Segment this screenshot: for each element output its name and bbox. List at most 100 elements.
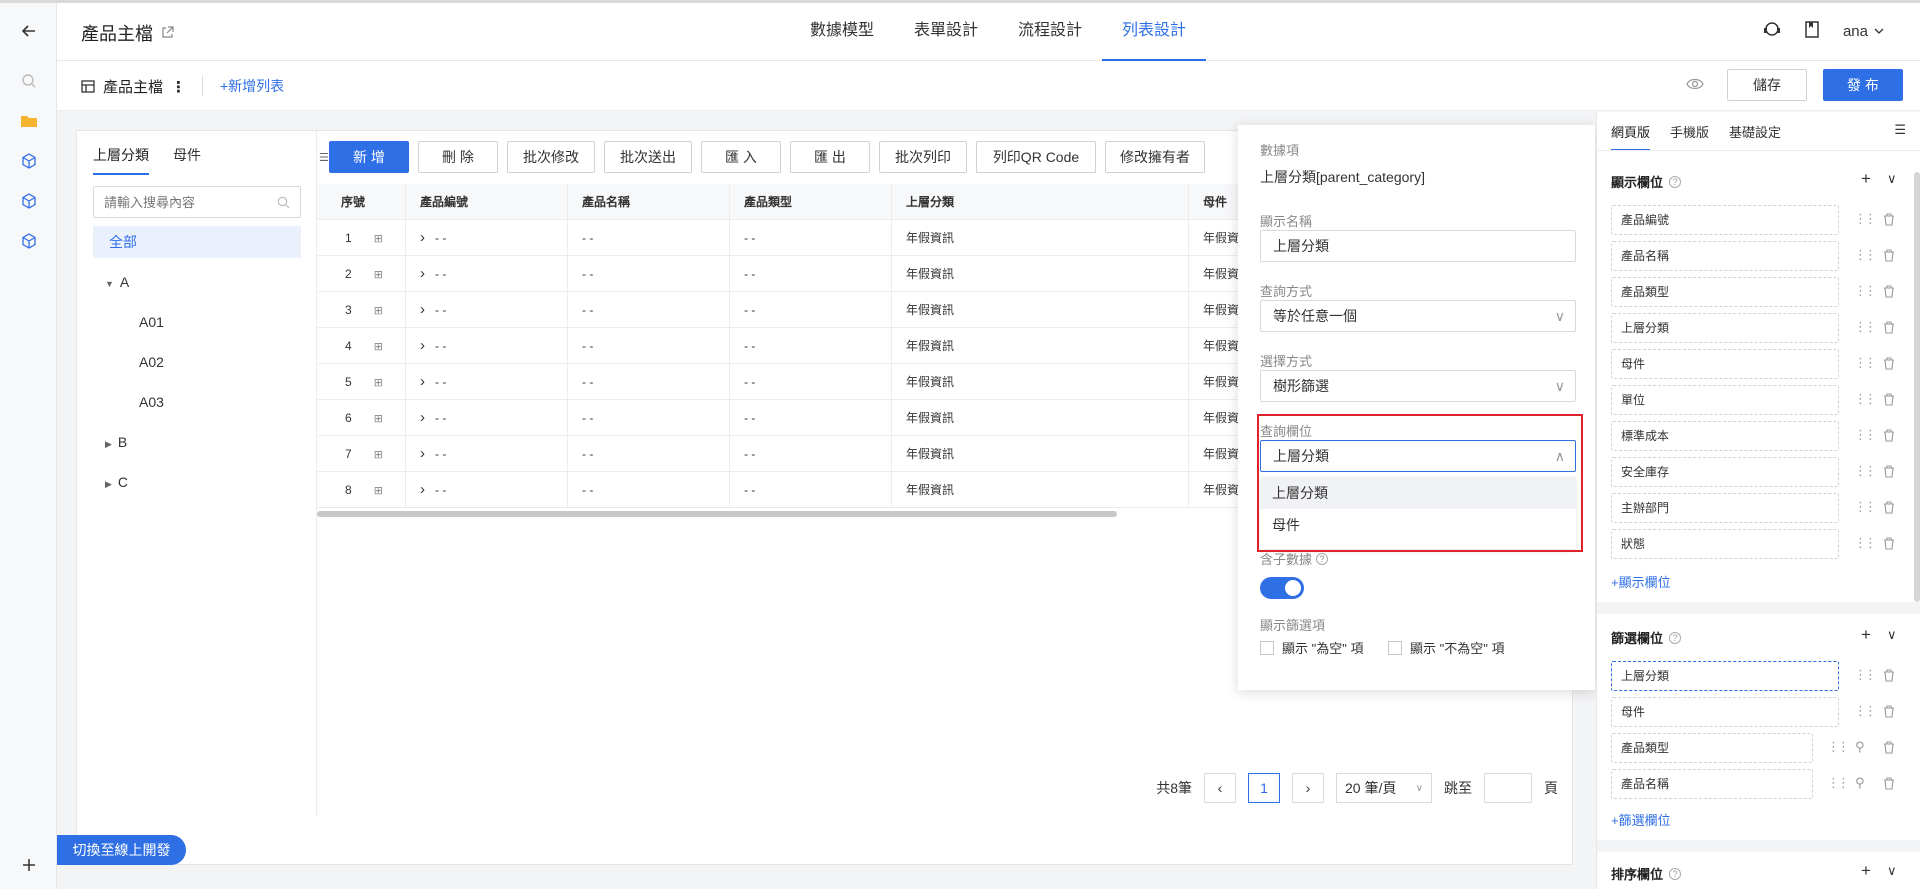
tab-form-design[interactable]: 表單設計 (894, 3, 998, 61)
change-owner-button[interactable]: 修改擁有者 (1105, 141, 1205, 173)
next-page-button[interactable]: › (1292, 773, 1324, 803)
tab-flow-design[interactable]: 流程設計 (998, 3, 1102, 61)
add-button[interactable]: 新 增 (329, 141, 409, 173)
list-tab[interactable]: 產品主檔 ⋮ (81, 76, 186, 97)
cube-icon[interactable] (0, 221, 57, 261)
col-header[interactable]: 上層分類 (892, 184, 1189, 220)
delete-icon[interactable] (1883, 669, 1895, 685)
field-item[interactable]: 產品名稱 (1611, 769, 1813, 799)
add-display-field-link[interactable]: +顯示欄位 (1611, 572, 1671, 591)
chevron-down-icon[interactable]: ∨ (1887, 863, 1897, 879)
delete-icon[interactable] (1883, 213, 1895, 229)
export-button[interactable]: 匯 出 (790, 141, 870, 173)
col-header[interactable]: 產品類型 (730, 184, 892, 220)
drag-handle-icon[interactable]: ⋮⋮ (1854, 247, 1877, 263)
back-arrow-icon[interactable] (0, 11, 57, 51)
chevron-down-icon[interactable]: ∨ (1887, 171, 1897, 187)
drag-handle-icon[interactable]: ⋮⋮ (1854, 499, 1877, 515)
drag-handle-icon[interactable]: ⋮⋮ (1854, 391, 1877, 407)
add-icon[interactable]: + (1861, 169, 1871, 189)
select-mode-select[interactable]: 樹形篩選 ∨ (1260, 370, 1576, 402)
delete-icon[interactable] (1883, 777, 1895, 793)
tab-web[interactable]: 網頁版 (1611, 122, 1651, 151)
col-header[interactable]: 產品編號 (406, 184, 568, 220)
expand-row-icon[interactable]: › (420, 337, 425, 354)
tree-tab-parent-category[interactable]: 上層分類 (93, 145, 149, 175)
drag-handle-icon[interactable]: ⋮⋮ (1854, 667, 1877, 683)
expand-row-icon[interactable]: › (420, 229, 425, 246)
page-number[interactable]: 1 (1248, 773, 1280, 803)
external-link-icon[interactable] (161, 23, 174, 44)
delete-icon[interactable] (1883, 321, 1895, 337)
field-item[interactable]: 上層分類 (1611, 313, 1839, 343)
add-icon[interactable]: + (1861, 625, 1871, 645)
drag-handle-icon[interactable]: ⋮⋮ (1854, 463, 1877, 479)
delete-icon[interactable] (1883, 357, 1895, 373)
delete-icon[interactable] (1883, 429, 1895, 445)
field-item[interactable]: 產品類型 (1611, 733, 1813, 763)
search-icon[interactable] (0, 61, 57, 101)
batch-edit-button[interactable]: 批次修改 (507, 141, 595, 173)
display-name-input[interactable]: 上層分類 (1260, 230, 1576, 262)
field-item[interactable]: 單位 (1611, 385, 1839, 415)
field-item[interactable]: 母件 (1611, 697, 1839, 727)
expand-row-icon[interactable]: › (420, 373, 425, 390)
chevron-down-icon[interactable]: ∨ (1887, 627, 1897, 643)
tree-structure-icon[interactable]: ⊞ (374, 377, 383, 389)
tree-node-a[interactable]: ▼ A (105, 266, 129, 298)
delete-icon[interactable] (1883, 393, 1895, 409)
goto-page-input[interactable] (1484, 773, 1532, 803)
user-menu[interactable]: ana (1843, 23, 1884, 40)
vertical-scrollbar[interactable] (1914, 172, 1920, 602)
switch-online-dev-button[interactable]: 切換至線上開發 (57, 835, 186, 865)
query-mode-select[interactable]: 等於任意一個 ∨ (1260, 300, 1576, 332)
tree-structure-icon[interactable]: ⊞ (374, 269, 383, 281)
tree-tab-mother[interactable]: 母件 (173, 145, 201, 175)
expand-row-icon[interactable]: › (420, 409, 425, 426)
add-icon[interactable]: + (1861, 861, 1871, 881)
tree-node-a03[interactable]: A03 (139, 386, 164, 418)
tree-search[interactable] (93, 186, 301, 218)
expand-row-icon[interactable]: › (420, 445, 425, 462)
cube-icon[interactable] (0, 141, 57, 181)
drag-handle-icon[interactable]: ⋮⋮ (1854, 283, 1877, 299)
prev-page-button[interactable]: ‹ (1204, 773, 1236, 803)
import-button[interactable]: 匯 入 (701, 141, 781, 173)
expand-row-icon[interactable]: › (420, 265, 425, 282)
add-list-link[interactable]: +新增列表 (220, 76, 284, 96)
batch-submit-button[interactable]: 批次送出 (604, 141, 692, 173)
tree-structure-icon[interactable]: ⊞ (374, 449, 383, 461)
delete-button[interactable]: 刪 除 (418, 141, 498, 173)
delete-icon[interactable] (1883, 501, 1895, 517)
child-data-toggle[interactable] (1260, 577, 1304, 599)
tab-data-model[interactable]: 數據模型 (790, 3, 894, 61)
preview-eye-icon[interactable] (1686, 77, 1704, 94)
drag-handle-icon[interactable]: ⋮⋮ (1827, 775, 1850, 791)
tree-structure-icon[interactable]: ⊞ (374, 485, 383, 497)
pin-icon[interactable]: ⚲ (1855, 775, 1865, 791)
drag-handle-icon[interactable]: ⋮⋮ (1854, 211, 1877, 227)
document-icon[interactable] (1805, 20, 1819, 42)
drag-handle-icon[interactable]: ⋮⋮ (1854, 703, 1877, 719)
field-item[interactable]: 產品名稱 (1611, 241, 1839, 271)
print-qr-button[interactable]: 列印QR Code (976, 141, 1096, 173)
tab-basic-settings[interactable]: 基礎設定 (1729, 122, 1781, 151)
plus-icon[interactable] (0, 845, 57, 885)
page-size-select[interactable]: 20 筆/頁 ∨ (1336, 773, 1432, 803)
col-header[interactable]: 產品名稱 (568, 184, 730, 220)
delete-icon[interactable] (1883, 465, 1895, 481)
field-item[interactable]: 標準成本 (1611, 421, 1839, 451)
publish-button[interactable]: 發 布 (1823, 69, 1903, 101)
show-not-empty-checkbox[interactable]: 顯示 "不為空" 項 (1388, 638, 1504, 657)
tree-node-a01[interactable]: A01 (139, 306, 164, 338)
batch-print-button[interactable]: 批次列印 (879, 141, 967, 173)
tree-structure-icon[interactable]: ⊞ (374, 233, 383, 245)
field-item[interactable]: 狀態 (1611, 529, 1839, 559)
field-item[interactable]: 上層分類 (1611, 661, 1839, 691)
drag-handle-icon[interactable]: ⋮⋮ (1827, 739, 1850, 755)
drag-handle-icon[interactable]: ⋮⋮ (1854, 355, 1877, 371)
tree-structure-icon[interactable]: ⊞ (374, 413, 383, 425)
field-item[interactable]: 產品編號 (1611, 205, 1839, 235)
pin-icon[interactable]: ⚲ (1855, 739, 1865, 755)
expand-row-icon[interactable]: › (420, 301, 425, 318)
